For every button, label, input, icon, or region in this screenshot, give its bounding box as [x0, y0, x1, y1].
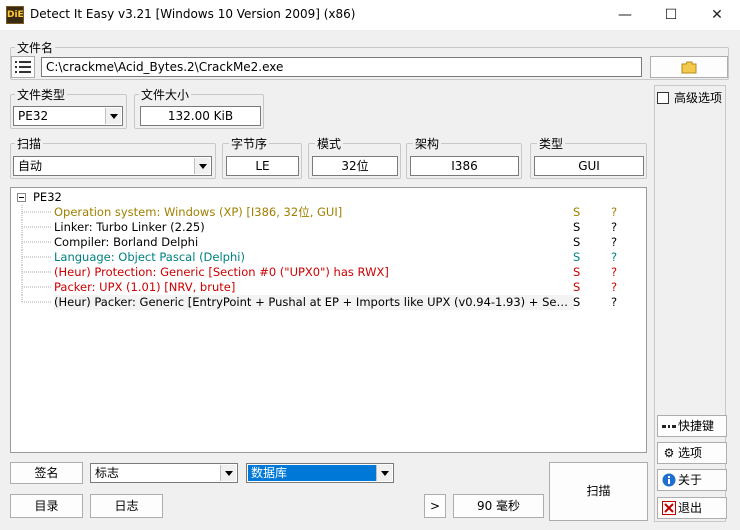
advanced-checkbox[interactable]	[657, 92, 669, 104]
file-type-value: PE32	[18, 109, 49, 123]
info-link[interactable]: ?	[611, 220, 617, 235]
mode-value: 32位	[312, 156, 398, 176]
scan-time: 90 毫秒	[453, 494, 544, 518]
tree-connector	[21, 265, 51, 280]
database-select-value: 数据库	[248, 465, 379, 481]
log-select[interactable]: 标志	[90, 463, 238, 483]
tree-root-label: PE32	[33, 190, 62, 204]
options-label: 选项	[678, 446, 703, 460]
chevron-down-icon	[105, 108, 121, 124]
tree-row-name: Linker: Turbo Linker (2.25)	[54, 220, 205, 234]
advanced-label: 高级选项	[674, 91, 723, 105]
signature-link[interactable]: S	[573, 235, 580, 250]
scan-button[interactable]: 扫描	[549, 462, 648, 521]
tree-connector	[21, 295, 51, 310]
tree-row[interactable]: Linker: Turbo Linker (2.25) S?	[11, 220, 641, 235]
log-button[interactable]: 日志	[90, 494, 163, 518]
collapse-icon[interactable]	[17, 193, 26, 202]
tree-row[interactable]: (Heur) Protection: Generic [Section #0 (…	[11, 265, 641, 280]
tree-row[interactable]: Operation system: Windows (XP) [I386, 32…	[11, 205, 641, 220]
options-button[interactable]: ⚙ 选项	[657, 442, 727, 464]
scan-mode-label: 扫描	[15, 135, 44, 152]
chevron-down-icon	[220, 465, 236, 481]
signature-link[interactable]: S	[573, 250, 580, 265]
tree-row[interactable]: Packer: UPX (1.01) [NRV, brute] S?	[11, 280, 641, 295]
exit-label: 退出	[678, 501, 703, 515]
tree-row-name: (Heur) Protection: Generic [Section #0 (…	[54, 265, 389, 279]
signature-link[interactable]: S	[573, 265, 580, 280]
chevron-down-icon	[376, 465, 392, 481]
results-tree[interactable]: PE32 Operation system: Windows (XP) [I38…	[10, 187, 647, 453]
log-select-value: 标志	[95, 466, 120, 480]
type-value: GUI	[534, 156, 644, 176]
scan-mode-value: 自动	[18, 159, 43, 173]
about-label: 关于	[678, 473, 703, 487]
minimize-button[interactable]: —	[602, 0, 648, 30]
shortcut-icon	[662, 419, 676, 433]
signature-button[interactable]: 签名	[10, 462, 83, 484]
info-link[interactable]: ?	[611, 205, 617, 220]
close-button[interactable]: ✕	[694, 0, 740, 30]
file-name-label: 文件名	[15, 39, 56, 56]
open-file-button[interactable]	[650, 56, 728, 78]
endianness-value: LE	[226, 156, 299, 176]
about-button[interactable]: 关于	[657, 469, 727, 491]
tree-row[interactable]: Compiler: Borland Delphi S?	[11, 235, 641, 250]
shortcuts-label: 快捷键	[678, 419, 715, 433]
tree-connector	[21, 280, 51, 295]
file-size-label: 文件大小	[139, 86, 192, 103]
title-bar: DiE Detect It Easy v3.21 [Windows 10 Ver…	[0, 0, 740, 30]
mode-label: 模式	[315, 135, 344, 152]
info-icon	[662, 473, 676, 487]
tree-row-name: Language: Object Pascal (Delphi)	[54, 250, 245, 264]
maximize-button[interactable]: ☐	[648, 0, 694, 30]
advanced-checkbox-row[interactable]: 高级选项	[657, 90, 727, 108]
database-select[interactable]: 数据库	[246, 463, 394, 483]
gear-icon: ⚙	[663, 446, 675, 460]
arch-label: 架构	[413, 135, 442, 152]
directory-button[interactable]: 目录	[10, 494, 83, 518]
file-size-value: 132.00 KiB	[140, 106, 261, 126]
info-link[interactable]: ?	[611, 235, 617, 250]
tree-row-name: (Heur) Packer: Generic [EntryPoint + Pus…	[54, 295, 574, 310]
menu-button[interactable]	[11, 56, 35, 78]
tree-row-name: Packer: UPX (1.01) [NRV, brute]	[54, 280, 236, 294]
folder-icon	[681, 61, 697, 74]
file-type-label: 文件类型	[15, 86, 68, 103]
info-link[interactable]: ?	[611, 250, 617, 265]
signature-link[interactable]: S	[573, 220, 580, 235]
app-icon: DiE	[6, 6, 24, 24]
info-link[interactable]: ?	[611, 280, 617, 295]
tree-connector	[21, 220, 51, 235]
scan-mode-select[interactable]: 自动	[13, 156, 212, 176]
file-type-select[interactable]: PE32	[13, 106, 123, 126]
info-link[interactable]: ?	[611, 265, 617, 280]
window-title: Detect It Easy v3.21 [Windows 10 Version…	[30, 7, 356, 21]
tree-row-name: Compiler: Borland Delphi	[54, 235, 199, 249]
exit-button[interactable]: 退出	[657, 497, 727, 519]
tree-row[interactable]: (Heur) Packer: Generic [EntryPoint + Pus…	[11, 295, 641, 310]
signature-link[interactable]: S	[573, 280, 580, 295]
tree-connector	[21, 205, 51, 220]
more-button[interactable]: >	[424, 494, 446, 518]
tree-row-name: Operation system: Windows (XP) [I386, 32…	[54, 205, 343, 219]
shortcuts-button[interactable]: 快捷键	[657, 415, 727, 437]
tree-root[interactable]: PE32	[11, 190, 641, 205]
arch-value: I386	[410, 156, 519, 176]
tree-connector	[21, 250, 51, 265]
list-icon	[15, 61, 31, 73]
file-path-input[interactable]: C:\crackme\Acid_Bytes.2\CrackMe2.exe	[41, 57, 642, 77]
signature-link[interactable]: S	[573, 205, 580, 220]
endianness-label: 字节序	[229, 135, 270, 152]
signature-link[interactable]: S	[573, 295, 580, 310]
type-label: 类型	[537, 135, 566, 152]
tree-row[interactable]: Language: Object Pascal (Delphi) S?	[11, 250, 641, 265]
chevron-down-icon	[194, 158, 210, 174]
tree-connector	[21, 235, 51, 250]
info-link[interactable]: ?	[611, 295, 617, 310]
exit-icon	[662, 501, 676, 515]
